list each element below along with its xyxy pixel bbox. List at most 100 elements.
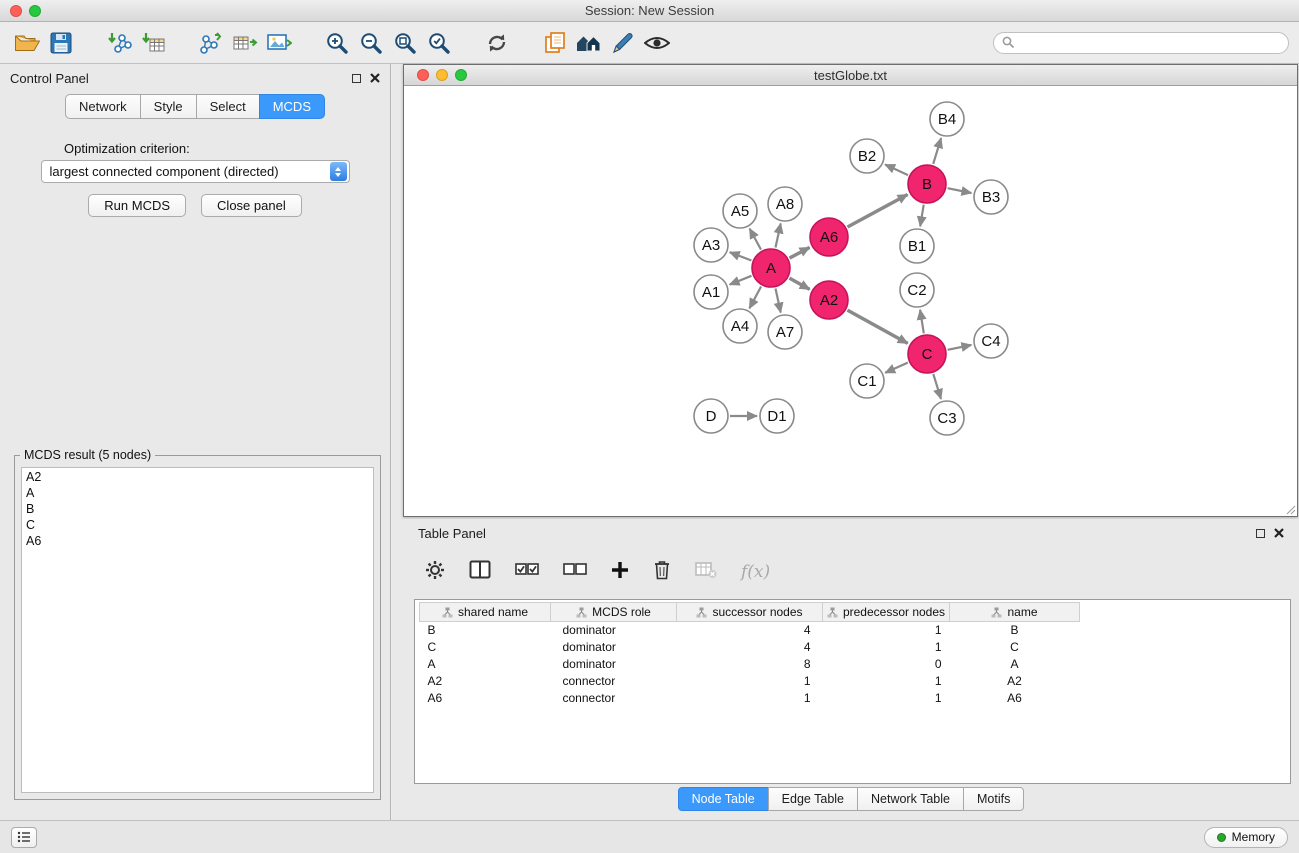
- minimize-network-button[interactable]: [436, 69, 448, 81]
- cell[interactable]: 1: [823, 673, 950, 690]
- cell[interactable]: 4: [677, 622, 823, 639]
- tab-style[interactable]: Style: [140, 94, 197, 119]
- close-panel-icon[interactable]: [370, 73, 380, 83]
- edge-C-C3[interactable]: [933, 374, 941, 399]
- node-A7[interactable]: A7: [768, 315, 802, 349]
- node-B[interactable]: B: [908, 165, 946, 203]
- edge-A-A5[interactable]: [750, 229, 761, 250]
- zoom-in-icon[interactable]: [320, 26, 354, 60]
- import-table-icon[interactable]: [136, 26, 170, 60]
- delete-table-icon[interactable]: [695, 561, 717, 584]
- edge-C-C1[interactable]: [885, 363, 908, 373]
- node-A1[interactable]: A1: [694, 275, 728, 309]
- edge-A-A2[interactable]: [789, 278, 809, 289]
- mcds-result-list[interactable]: A2ABCA6: [21, 467, 374, 793]
- cell[interactable]: A: [950, 656, 1080, 673]
- import-network-icon[interactable]: [102, 26, 136, 60]
- node-B2[interactable]: B2: [850, 139, 884, 173]
- function-builder-icon[interactable]: f(x): [741, 562, 770, 582]
- edge-A6-B[interactable]: [848, 195, 908, 228]
- column-header-MCDS-role[interactable]: MCDS role: [551, 603, 677, 622]
- node-B4[interactable]: B4: [930, 102, 964, 136]
- zoom-window-button[interactable]: [29, 5, 41, 17]
- search-box[interactable]: [993, 32, 1289, 54]
- export-table-icon[interactable]: [228, 26, 262, 60]
- node-A2[interactable]: A2: [810, 281, 848, 319]
- mcds-result-item[interactable]: B: [26, 501, 369, 517]
- node-C1[interactable]: C1: [850, 364, 884, 398]
- node-C4[interactable]: C4: [974, 324, 1008, 358]
- export-image-icon[interactable]: [262, 26, 296, 60]
- table-row[interactable]: A6connector11A6: [420, 690, 1080, 707]
- table-row[interactable]: Adominator80A: [420, 656, 1080, 673]
- cell[interactable]: B: [420, 622, 551, 639]
- edge-A-A7[interactable]: [776, 289, 781, 313]
- tab-network[interactable]: Network: [65, 94, 141, 119]
- task-history-button[interactable]: [11, 827, 37, 848]
- cell[interactable]: 1: [823, 639, 950, 656]
- close-panel-button[interactable]: Close panel: [201, 194, 302, 217]
- unselect-all-icon[interactable]: [563, 563, 587, 581]
- node-A5[interactable]: A5: [723, 194, 757, 228]
- cell[interactable]: A6: [950, 690, 1080, 707]
- tab-edge-table[interactable]: Edge Table: [768, 787, 858, 811]
- zoom-fit-icon[interactable]: [388, 26, 422, 60]
- home-icon[interactable]: [572, 26, 606, 60]
- node-table[interactable]: shared nameMCDS rolesuccessor nodesprede…: [414, 599, 1291, 784]
- table-settings-icon[interactable]: [425, 560, 445, 585]
- column-header-name[interactable]: name: [950, 603, 1080, 622]
- zoom-network-button[interactable]: [455, 69, 467, 81]
- memory-button[interactable]: Memory: [1204, 827, 1288, 848]
- mcds-result-item[interactable]: A2: [26, 469, 369, 485]
- node-B1[interactable]: B1: [900, 229, 934, 263]
- select-all-icon[interactable]: [515, 563, 539, 581]
- node-C3[interactable]: C3: [930, 401, 964, 435]
- cell[interactable]: dominator: [551, 656, 677, 673]
- cell[interactable]: connector: [551, 673, 677, 690]
- show-graphics-details-icon[interactable]: [640, 26, 674, 60]
- edge-B-B1[interactable]: [920, 205, 924, 227]
- tab-node-table[interactable]: Node Table: [678, 787, 769, 811]
- tab-mcds[interactable]: MCDS: [259, 94, 325, 119]
- edge-B-B4[interactable]: [933, 138, 941, 164]
- show-columns-icon[interactable]: [469, 560, 491, 584]
- node-C2[interactable]: C2: [900, 273, 934, 307]
- edge-A-A8[interactable]: [776, 224, 781, 248]
- table-row[interactable]: A2connector11A2: [420, 673, 1080, 690]
- delete-column-icon[interactable]: [653, 559, 671, 585]
- save-session-icon[interactable]: [44, 26, 78, 60]
- cell[interactable]: B: [950, 622, 1080, 639]
- cell[interactable]: A2: [420, 673, 551, 690]
- edge-A-A6[interactable]: [790, 247, 810, 258]
- criterion-dropdown[interactable]: largest connected component (directed): [41, 160, 350, 183]
- network-canvas[interactable]: AA2A6BCA1A3A4A5A7A8B1B2B3B4C1C2C3C4DD1: [404, 86, 1297, 516]
- node-A[interactable]: A: [752, 249, 790, 287]
- cell[interactable]: 4: [677, 639, 823, 656]
- table-row[interactable]: Cdominator41C: [420, 639, 1080, 656]
- cell[interactable]: dominator: [551, 639, 677, 656]
- tab-select[interactable]: Select: [196, 94, 260, 119]
- edge-A-A3[interactable]: [730, 252, 752, 260]
- node-A8[interactable]: A8: [768, 187, 802, 221]
- edge-A-A4[interactable]: [749, 287, 761, 309]
- open-session-icon[interactable]: [10, 26, 44, 60]
- node-A3[interactable]: A3: [694, 228, 728, 262]
- mcds-result-item[interactable]: A: [26, 485, 369, 501]
- search-input[interactable]: [1020, 36, 1280, 50]
- column-header-predecessor-nodes[interactable]: predecessor nodes: [823, 603, 950, 622]
- resize-grip-icon[interactable]: [1284, 503, 1296, 515]
- zoom-out-icon[interactable]: [354, 26, 388, 60]
- export-network-icon[interactable]: [194, 26, 228, 60]
- edge-B-B2[interactable]: [885, 165, 908, 176]
- node-A6[interactable]: A6: [810, 218, 848, 256]
- cell[interactable]: 1: [677, 690, 823, 707]
- cell[interactable]: A2: [950, 673, 1080, 690]
- tab-motifs[interactable]: Motifs: [963, 787, 1024, 811]
- edge-A-A1[interactable]: [730, 276, 752, 285]
- edge-C-C4[interactable]: [948, 345, 972, 350]
- copy-view-icon[interactable]: [538, 26, 572, 60]
- column-header-successor-nodes[interactable]: successor nodes: [677, 603, 823, 622]
- node-D1[interactable]: D1: [760, 399, 794, 433]
- node-C[interactable]: C: [908, 335, 946, 373]
- float-table-panel-icon[interactable]: [1256, 529, 1265, 538]
